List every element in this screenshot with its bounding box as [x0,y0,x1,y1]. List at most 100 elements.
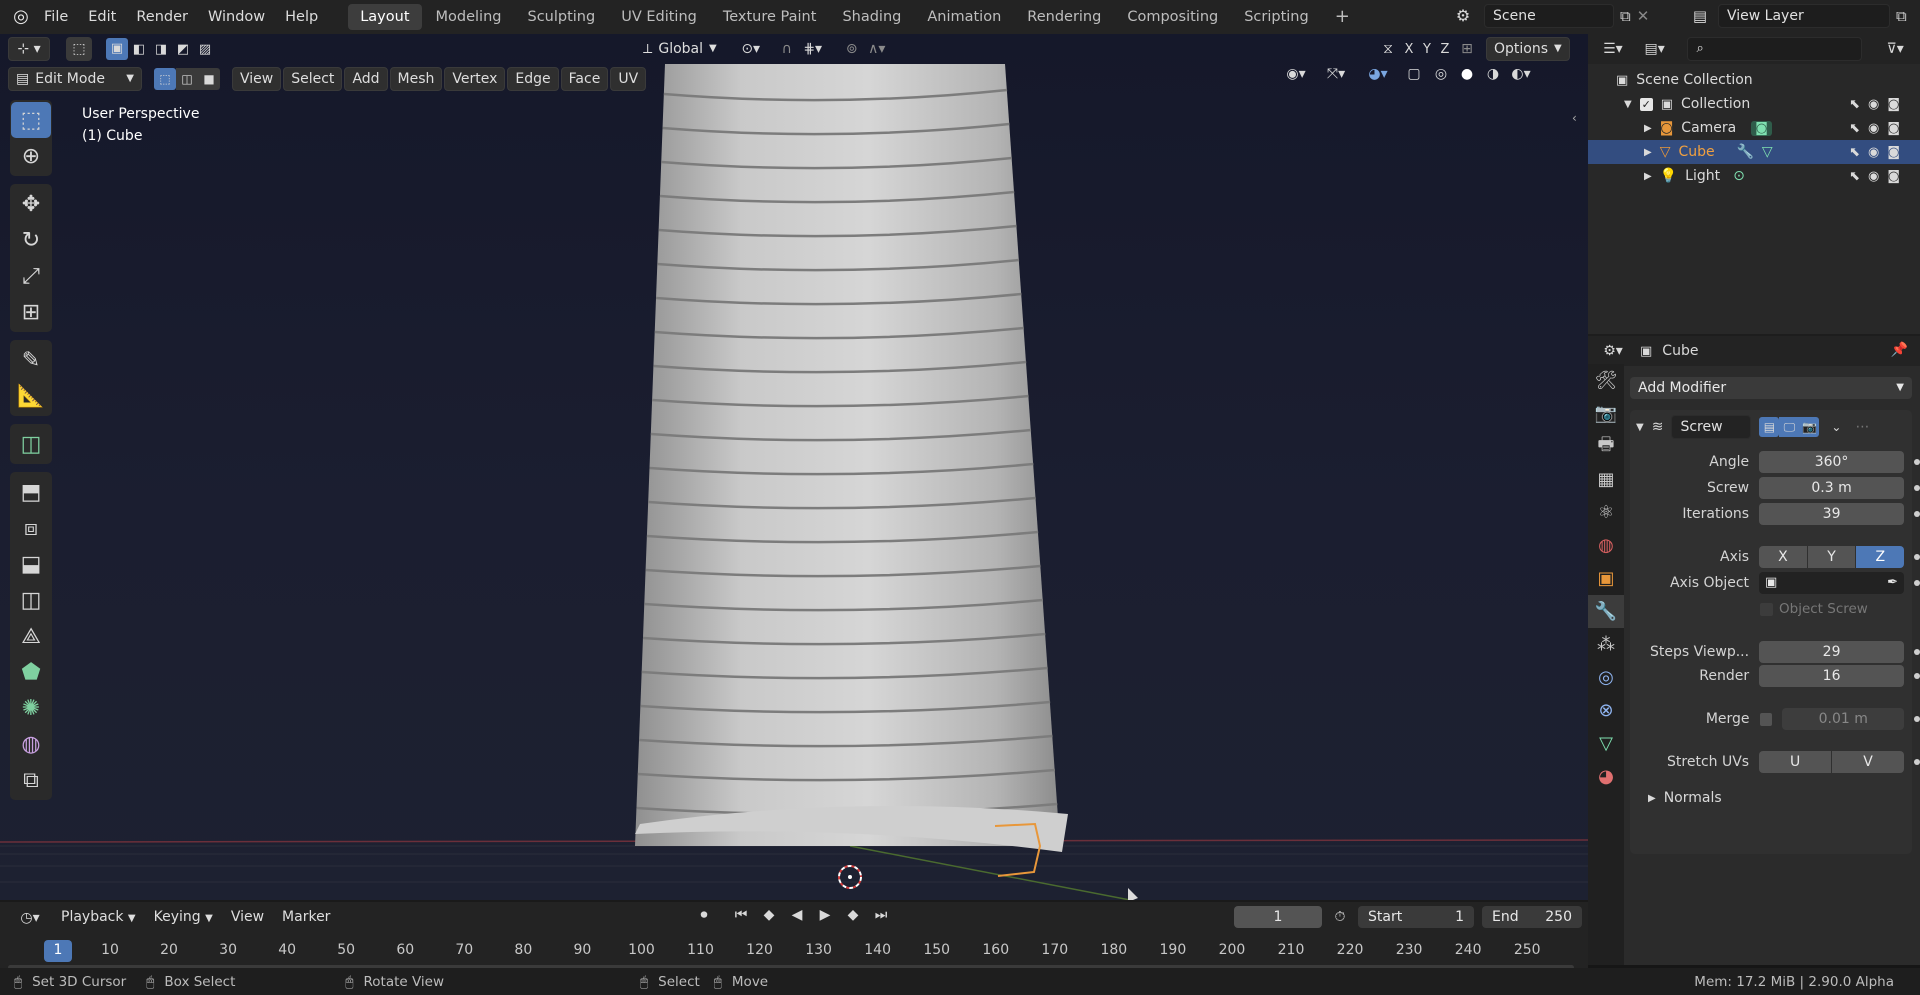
collapse-arrow-icon[interactable]: ▼ [1636,422,1644,433]
menu-vertex[interactable]: Vertex [444,67,506,91]
physics-tab-icon[interactable]: ◎ [1588,661,1624,694]
select-subtract-icon[interactable]: ◨ [150,43,172,56]
modifier-menu-icon[interactable]: ⌄ [1827,421,1845,433]
measure-tool-icon[interactable]: 📐 [11,378,51,414]
cube-toggles[interactable]: ⬉◉◙ [1849,145,1908,160]
keyframe-dot-icon[interactable] [1914,673,1920,679]
select-intersect-icon[interactable]: ▨ [194,43,216,56]
tool-tab-icon[interactable]: 🛠 [1588,364,1624,397]
annotate-tool-icon[interactable]: ✎ [11,342,51,378]
expand-arrow-icon[interactable]: ▶ [1644,123,1652,134]
select-box-tool-icon[interactable]: ⬚ [11,102,51,138]
tab-sculpting[interactable]: Sculpting [515,4,607,30]
eyedropper-icon[interactable]: ✒ [1887,572,1898,594]
collapse-arrow-icon[interactable]: ▼ [1624,99,1632,110]
snap-icon[interactable]: ∩ [776,42,798,56]
screw-field[interactable]: 0.3 m [1759,477,1905,499]
move-tool-icon[interactable]: ✥ [11,186,51,222]
iterations-field[interactable]: 39 [1759,503,1905,525]
render-tab-icon[interactable]: 📷 [1588,397,1624,430]
angle-field[interactable]: 360° [1759,451,1905,473]
stretch-u-button[interactable]: U [1759,751,1832,773]
filter-icon[interactable]: ⊽▾ [1878,42,1912,56]
edit-mode-toggle-icon[interactable]: ▤ [1759,417,1780,437]
viewport-scene[interactable] [0,34,1588,900]
cursor-tool-icon[interactable]: ⊕ [11,138,51,174]
render-toggle-icon[interactable]: 📷 [1799,417,1820,437]
tab-modeling[interactable]: Modeling [424,4,514,30]
proportional-edit-icon[interactable]: ⊚ [842,42,862,56]
scene-tab-icon[interactable]: ⚛ [1588,496,1624,529]
menu-mesh[interactable]: Mesh [389,67,443,91]
merge-checkbox[interactable] [1759,712,1773,726]
select-invert-icon[interactable]: ◩ [172,43,194,56]
mirror-z-toggle[interactable]: Z [1438,43,1452,56]
modifier-name-field[interactable]: Screw [1671,415,1752,439]
view-layer-field[interactable]: View Layer [1718,4,1890,28]
expand-arrow-icon[interactable]: ▶ [1644,147,1652,158]
keyframe-dot-icon[interactable] [1914,554,1920,560]
mode-dropdown[interactable]: ▤ Edit Mode ▼ [8,67,142,91]
axis-object-field[interactable]: ▣ ✒ [1759,572,1905,594]
keyframe-dot-icon[interactable] [1914,649,1920,655]
options-dropdown[interactable]: Options ▼ [1486,37,1570,61]
expand-arrow-icon[interactable]: ▶ [1644,171,1652,182]
expand-arrow-icon[interactable]: ▶ [1648,793,1656,804]
material-shading-icon[interactable]: ◑ [1484,67,1502,81]
outliner-editor-type-icon[interactable]: ☰▾ [1596,42,1630,56]
outliner-search-input[interactable]: ⌕ [1687,37,1863,61]
axis-z-button[interactable]: Z [1856,546,1905,568]
menu-help[interactable]: Help [275,9,328,25]
frame-ruler[interactable]: 1 10 20 30 40 50 60 70 80 90 100 110 120 130 140 150 160… [0,902,1588,970]
close-scene-icon[interactable]: ✕ [1637,8,1650,24]
menu-window[interactable]: Window [198,9,275,25]
tab-uv-editing[interactable]: UV Editing [609,4,709,30]
extrude-tool-icon[interactable]: ⬒ [11,474,51,510]
viewport-toggle-icon[interactable]: 🖵 [1779,417,1800,437]
mirror-y-toggle[interactable]: Y [1420,43,1434,56]
transform-tool-icon[interactable]: ⊞ [11,294,51,330]
world-tab-icon[interactable]: ◍ [1588,529,1624,562]
keyframe-dot-icon[interactable] [1914,511,1920,517]
rendered-shading-icon[interactable]: ◐▾ [1510,67,1532,81]
constraints-tab-icon[interactable]: ⊗ [1588,694,1624,727]
bevel-tool-icon[interactable]: ⬓ [11,546,51,582]
axis-x-button[interactable]: X [1759,546,1807,568]
data-tab-icon[interactable]: ▽ [1588,727,1624,760]
select-extend-icon[interactable]: ◧ [128,43,150,56]
overlay-icon[interactable]: ◕▾ [1360,67,1396,81]
loop-cut-tool-icon[interactable]: ◫ [11,582,51,618]
menu-uv[interactable]: UV [610,67,647,91]
normals-subpanel[interactable]: ▶ Normals [1648,786,1920,810]
tab-animation[interactable]: Animation [915,4,1013,30]
camera-toggles[interactable]: ⬉◉◙ [1849,121,1908,136]
inset-tool-icon[interactable]: ⧈ [11,510,51,546]
view-layer-icon[interactable]: ▤ [1688,8,1712,24]
add-modifier-dropdown[interactable]: Add Modifier ▼ [1630,377,1912,399]
drag-handle-icon[interactable]: ⋯ [1853,420,1871,434]
menu-edge[interactable]: Edge [507,67,559,91]
menu-file[interactable]: File [34,9,78,25]
rotate-tool-icon[interactable]: ↻ [11,222,51,258]
pivot-point-icon[interactable]: ⊙▾ [736,42,766,56]
keyframe-dot-icon[interactable] [1914,485,1920,491]
object-screw-checkbox[interactable] [1760,602,1773,616]
pin-icon[interactable]: 📌 [1891,342,1908,358]
select-box-mode-icon[interactable]: ▣ [106,38,128,60]
keyframe-dot-icon[interactable] [1914,759,1920,765]
steps-viewport-field[interactable]: 29 [1759,641,1905,663]
display-mode-icon[interactable]: ▤▾ [1638,42,1672,56]
object-tab-icon[interactable]: ▣ [1588,562,1624,595]
output-tab-icon[interactable]: 🖶 [1588,430,1624,463]
collection-toggles[interactable]: ⬉◉◙ [1849,97,1908,112]
auto-merge-icon[interactable]: ⊞ [1456,42,1478,56]
outliner-item-camera[interactable]: ▶ ◙ Camera ◙ ⬉◉◙ [1588,116,1920,140]
edge-select-icon[interactable]: ◫ [176,68,198,90]
spin-tool-icon[interactable]: ✺ [11,690,51,726]
tab-scripting[interactable]: Scripting [1232,4,1320,30]
gizmo-icon[interactable]: ⤧▾ [1320,67,1352,81]
modifier-tab-icon[interactable]: 🔧 [1588,595,1624,628]
falloff-icon[interactable]: ∧▾ [862,42,892,56]
checkbox-icon[interactable]: ✓ [1639,97,1653,111]
smooth-tool-icon[interactable]: ◍ [11,726,51,762]
